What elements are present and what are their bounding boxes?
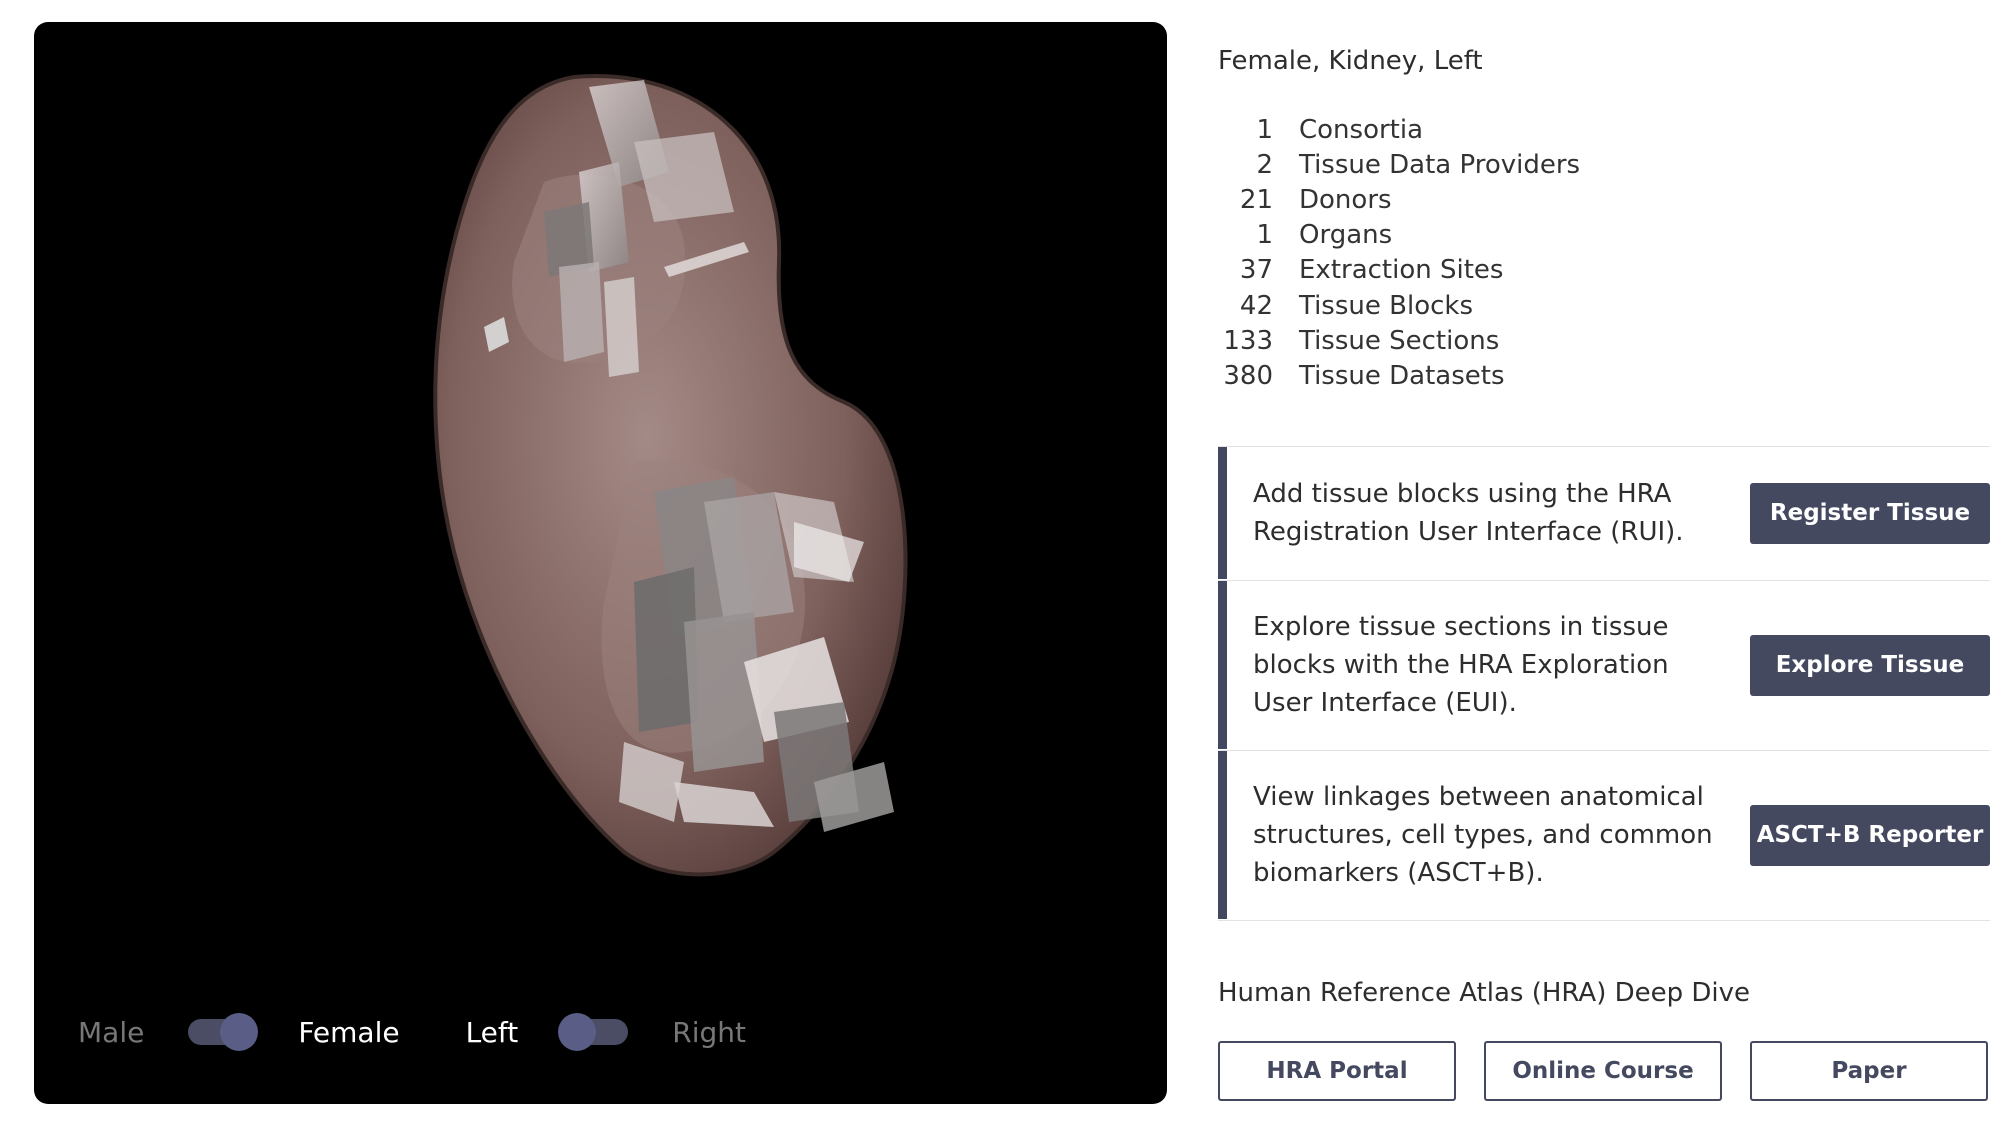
- stat-count: 37: [1239, 255, 1273, 286]
- stat-count: 380: [1223, 360, 1273, 391]
- organ-viewer[interactable]: Male Female Left Right: [34, 22, 1167, 1104]
- stat-row: 380 Tissue Datasets: [1218, 358, 1580, 393]
- divider: [1218, 920, 1990, 921]
- side-toggle[interactable]: [558, 1013, 629, 1051]
- explore-tissue-card: Explore tissue sections in tissue blocks…: [1218, 581, 1990, 749]
- stat-label: Tissue Sections: [1299, 325, 1500, 356]
- stat-count: 1: [1256, 220, 1273, 251]
- stat-label: Extraction Sites: [1299, 255, 1504, 286]
- stat-label: Consortia: [1299, 114, 1424, 145]
- asctb-reporter-button[interactable]: ASCT+B Reporter: [1750, 804, 1990, 866]
- stat-label: Tissue Data Providers: [1299, 149, 1581, 180]
- stat-row: 37 Extraction Sites: [1218, 253, 1580, 288]
- stat-count: 1: [1256, 114, 1273, 145]
- stat-count: 2: [1256, 149, 1273, 180]
- stat-row: 1 Organs: [1218, 218, 1580, 253]
- stat-row: 133 Tissue Sections: [1218, 323, 1580, 358]
- toggle-knob[interactable]: [220, 1013, 259, 1051]
- asctb-reporter-card: View linkages between anatomical structu…: [1218, 751, 1990, 919]
- stat-row: 2 Tissue Data Providers: [1218, 147, 1580, 182]
- stat-count: 21: [1239, 184, 1273, 215]
- action-description: Add tissue blocks using the HRA Registra…: [1253, 479, 1684, 547]
- online-course-button[interactable]: Online Course: [1484, 1041, 1722, 1101]
- stat-label: Donors: [1299, 184, 1392, 215]
- kidney-3d-model[interactable]: [34, 22, 1167, 1104]
- female-label: Female: [298, 1015, 400, 1049]
- stat-label: Organs: [1299, 220, 1393, 251]
- deep-dive-title: Human Reference Atlas (HRA) Deep Dive: [1218, 978, 1751, 1008]
- selection-title: Female, Kidney, Left: [1218, 46, 1483, 76]
- stat-row: 21 Donors: [1218, 182, 1580, 217]
- register-tissue-button[interactable]: Register Tissue: [1750, 482, 1990, 544]
- stat-count: 133: [1223, 325, 1273, 356]
- stat-label: Tissue Blocks: [1299, 290, 1474, 321]
- action-description: Explore tissue sections in tissue blocks…: [1253, 612, 1669, 718]
- stat-row: 42 Tissue Blocks: [1218, 288, 1580, 323]
- stat-row: 1 Consortia: [1218, 112, 1580, 147]
- explore-tissue-button[interactable]: Explore Tissue: [1750, 634, 1990, 696]
- sex-toggle[interactable]: [188, 1013, 259, 1051]
- left-label: Left: [465, 1015, 519, 1049]
- action-description: View linkages between anatomical structu…: [1253, 782, 1713, 888]
- toggle-knob[interactable]: [558, 1013, 597, 1051]
- stats-list: 1 Consortia 2 Tissue Data Providers 21 D…: [1218, 112, 1580, 394]
- paper-button[interactable]: Paper: [1750, 1041, 1988, 1101]
- male-label: Male: [78, 1015, 145, 1049]
- stat-label: Tissue Datasets: [1299, 360, 1505, 391]
- viewer-controls: Male Female Left Right: [78, 1002, 746, 1062]
- right-label: Right: [672, 1015, 746, 1049]
- stat-count: 42: [1239, 290, 1273, 321]
- hra-portal-button[interactable]: HRA Portal: [1218, 1041, 1456, 1101]
- register-tissue-card: Add tissue blocks using the HRA Registra…: [1218, 447, 1990, 579]
